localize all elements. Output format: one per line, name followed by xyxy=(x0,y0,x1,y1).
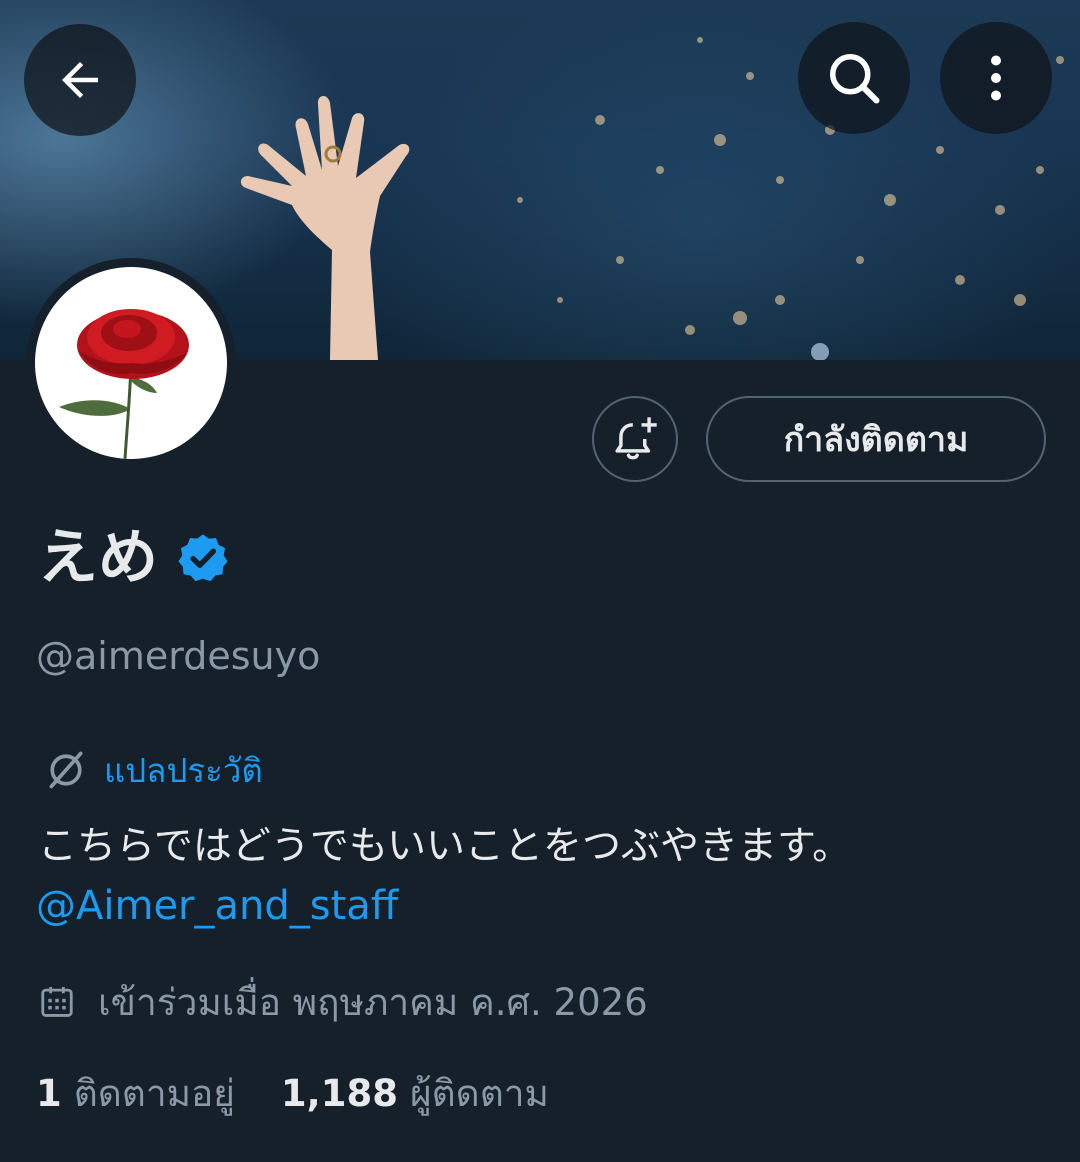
following-button[interactable]: กำลังติดตาม xyxy=(706,396,1046,482)
calendar-icon xyxy=(41,986,73,1017)
follow-stats: 1 ติดตามอยู่ 1,188 ผู้ติดตาม xyxy=(36,1064,549,1124)
arrow-left-icon xyxy=(62,62,98,98)
profile-page: กำลังติดตาม えめ @aimerdesuyo แปลประวัติ こ… xyxy=(0,0,1080,1162)
translate-bio-label: แปลประวัติ xyxy=(104,750,263,790)
translate-bio-button[interactable]: แปลประวัติ xyxy=(44,744,263,796)
profile-bio: こちらではどうでもいいことをつぶやきます。 xyxy=(38,824,852,869)
joined-date-row: เข้าร่วมเมื่อ พฤษภาคม ค.ศ. 2026 xyxy=(38,974,648,1030)
search-button[interactable] xyxy=(798,22,910,134)
followers-stat[interactable]: 1,188 ผู้ติดตาม xyxy=(281,1064,549,1123)
avatar-image xyxy=(35,267,227,459)
more-options-button[interactable] xyxy=(940,22,1052,134)
search-icon xyxy=(830,54,880,104)
display-name: えめ xyxy=(38,523,158,593)
red-rose-icon xyxy=(59,309,189,459)
following-label: ติดตามอยู่ xyxy=(73,1072,235,1115)
followers-label: ผู้ติดตาม xyxy=(409,1072,549,1115)
avatar[interactable] xyxy=(26,258,236,468)
verified-badge-icon[interactable] xyxy=(176,531,230,585)
profile-name-row: えめ xyxy=(38,518,230,598)
bio-mention-link[interactable]: @Aimer_and_staff xyxy=(36,878,398,934)
followers-count: 1,188 xyxy=(280,1072,398,1115)
notifications-button[interactable] xyxy=(592,396,678,482)
back-button[interactable] xyxy=(24,24,136,136)
following-count: 1 xyxy=(36,1072,62,1115)
joined-date: เข้าร่วมเมื่อ พฤษภาคม ค.ศ. 2026 xyxy=(98,980,648,1024)
following-stat[interactable]: 1 ติดตามอยู่ xyxy=(36,1064,235,1123)
translate-globe-icon xyxy=(49,751,83,789)
bell-plus-icon xyxy=(615,417,657,460)
more-vertical-icon xyxy=(991,55,1001,101)
profile-handle: @aimerdesuyo xyxy=(36,634,321,678)
